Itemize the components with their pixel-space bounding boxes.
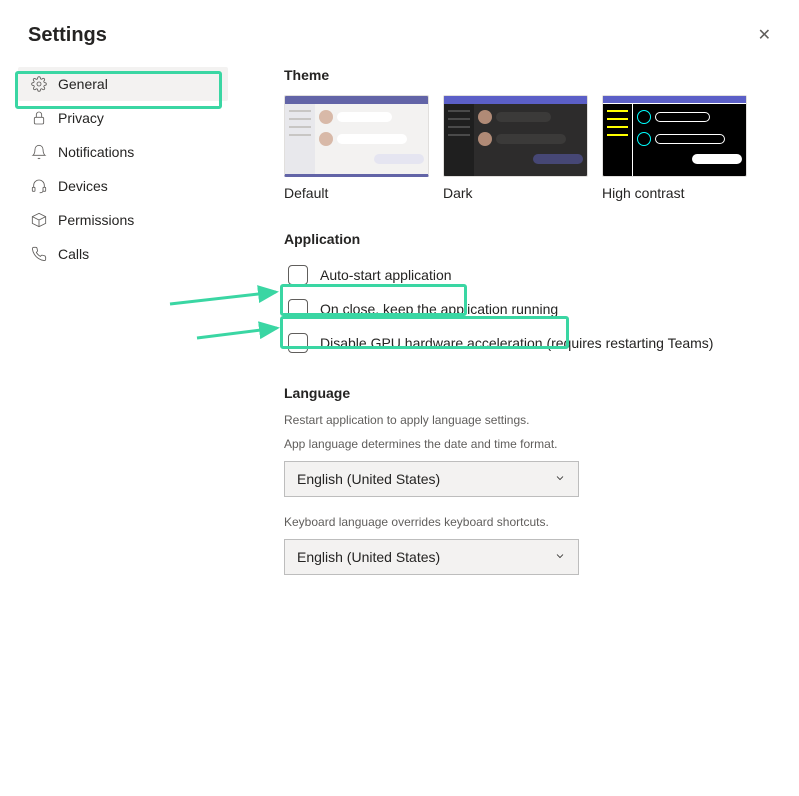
language-heading: Language bbox=[284, 385, 779, 401]
close-button[interactable]: ✕ bbox=[758, 28, 771, 44]
sidebar-item-calls[interactable]: Calls bbox=[18, 237, 228, 271]
chevron-down-icon bbox=[554, 471, 566, 487]
sidebar-item-label: Devices bbox=[58, 178, 108, 194]
app-language-value: English (United States) bbox=[297, 471, 440, 487]
sidebar-item-label: Calls bbox=[58, 246, 89, 262]
theme-option-dark[interactable]: Dark bbox=[443, 95, 588, 201]
sidebar-item-devices[interactable]: Devices bbox=[18, 169, 228, 203]
sidebar-item-permissions[interactable]: Permissions bbox=[18, 203, 228, 237]
sidebar-item-general[interactable]: General bbox=[18, 67, 228, 101]
theme-label: High contrast bbox=[602, 185, 747, 201]
package-icon bbox=[30, 211, 48, 229]
sidebar-item-label: Permissions bbox=[58, 212, 134, 228]
keyboard-language-value: English (United States) bbox=[297, 549, 440, 565]
checkbox-keep-running[interactable] bbox=[288, 299, 308, 319]
checkbox-label: On close, keep the application running bbox=[320, 301, 558, 317]
keyboard-language-select[interactable]: English (United States) bbox=[284, 539, 579, 575]
checkbox-row-keep-running[interactable]: On close, keep the application running bbox=[284, 293, 779, 325]
language-hint-restart: Restart application to apply language se… bbox=[284, 413, 779, 427]
checkbox-row-disable-gpu[interactable]: Disable GPU hardware acceleration (requi… bbox=[284, 327, 779, 359]
page-title: Settings bbox=[28, 24, 771, 47]
main-content: Theme Default bbox=[228, 59, 799, 601]
checkbox-disable-gpu[interactable] bbox=[288, 333, 308, 353]
language-hint-app: App language determines the date and tim… bbox=[284, 437, 779, 451]
headset-icon bbox=[30, 177, 48, 195]
theme-option-default[interactable]: Default bbox=[284, 95, 429, 201]
bell-icon bbox=[30, 143, 48, 161]
checkbox-label: Disable GPU hardware acceleration (requi… bbox=[320, 335, 713, 351]
sidebar: General Privacy Notifications Devices Pe… bbox=[18, 59, 228, 601]
checkbox-label: Auto-start application bbox=[320, 267, 452, 283]
language-hint-keyboard: Keyboard language overrides keyboard sho… bbox=[284, 515, 779, 529]
phone-icon bbox=[30, 245, 48, 263]
chevron-down-icon bbox=[554, 549, 566, 565]
theme-option-high-contrast[interactable]: High contrast bbox=[602, 95, 747, 201]
theme-preview-dark bbox=[443, 95, 588, 177]
application-heading: Application bbox=[284, 231, 779, 247]
gear-icon bbox=[30, 75, 48, 93]
close-icon: ✕ bbox=[758, 27, 771, 44]
app-language-select[interactable]: English (United States) bbox=[284, 461, 579, 497]
sidebar-item-label: Notifications bbox=[58, 144, 134, 160]
sidebar-item-label: Privacy bbox=[58, 110, 104, 126]
sidebar-item-privacy[interactable]: Privacy bbox=[18, 101, 228, 135]
theme-heading: Theme bbox=[284, 67, 779, 83]
checkbox-row-auto-start[interactable]: Auto-start application bbox=[284, 259, 779, 291]
theme-preview-high-contrast bbox=[602, 95, 747, 177]
sidebar-item-notifications[interactable]: Notifications bbox=[18, 135, 228, 169]
checkbox-auto-start[interactable] bbox=[288, 265, 308, 285]
theme-label: Dark bbox=[443, 185, 588, 201]
sidebar-item-label: General bbox=[58, 76, 108, 92]
theme-preview-default bbox=[284, 95, 429, 177]
lock-icon bbox=[30, 109, 48, 127]
theme-label: Default bbox=[284, 185, 429, 201]
